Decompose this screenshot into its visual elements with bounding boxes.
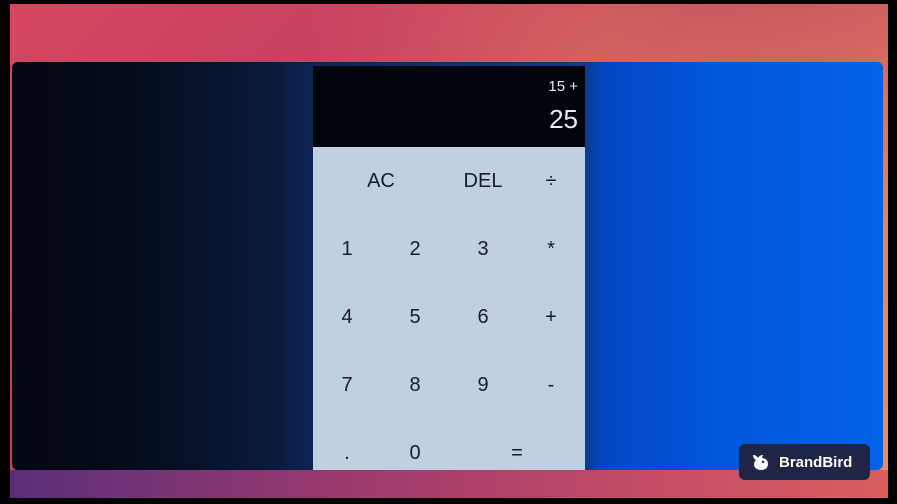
plus-button[interactable]: + [517, 283, 585, 351]
current-operand: 25 [549, 104, 578, 134]
digit-0-button[interactable]: 0 [381, 419, 449, 470]
bird-icon [753, 455, 768, 470]
digit-4-button[interactable]: 4 [313, 283, 381, 351]
app-window: 15 + 25 AC DEL ÷ 1 2 3 * 4 5 6 + 7 8 9 -… [12, 62, 883, 470]
digit-7-button[interactable]: 7 [313, 351, 381, 419]
calculator: 15 + 25 AC DEL ÷ 1 2 3 * 4 5 6 + 7 8 9 -… [313, 66, 585, 470]
digit-2-button[interactable]: 2 [381, 215, 449, 283]
brandbird-watermark: BrandBird [739, 444, 870, 480]
delete-button[interactable]: DEL [449, 147, 517, 215]
brandbird-label: BrandBird [779, 453, 853, 471]
screenshot-stage: 15 + 25 AC DEL ÷ 1 2 3 * 4 5 6 + 7 8 9 -… [0, 0, 897, 504]
all-clear-button[interactable]: AC [313, 147, 449, 215]
multiply-button[interactable]: * [517, 215, 585, 283]
calculator-display: 15 + 25 [313, 66, 585, 147]
digit-5-button[interactable]: 5 [381, 283, 449, 351]
equals-button[interactable]: = [449, 419, 585, 470]
divide-button[interactable]: ÷ [517, 147, 585, 215]
digit-3-button[interactable]: 3 [449, 215, 517, 283]
digit-1-button[interactable]: 1 [313, 215, 381, 283]
minus-button[interactable]: - [517, 351, 585, 419]
decimal-button[interactable]: . [313, 419, 381, 470]
digit-9-button[interactable]: 9 [449, 351, 517, 419]
digit-8-button[interactable]: 8 [381, 351, 449, 419]
digit-6-button[interactable]: 6 [449, 283, 517, 351]
previous-operand: 15 + [548, 78, 578, 95]
